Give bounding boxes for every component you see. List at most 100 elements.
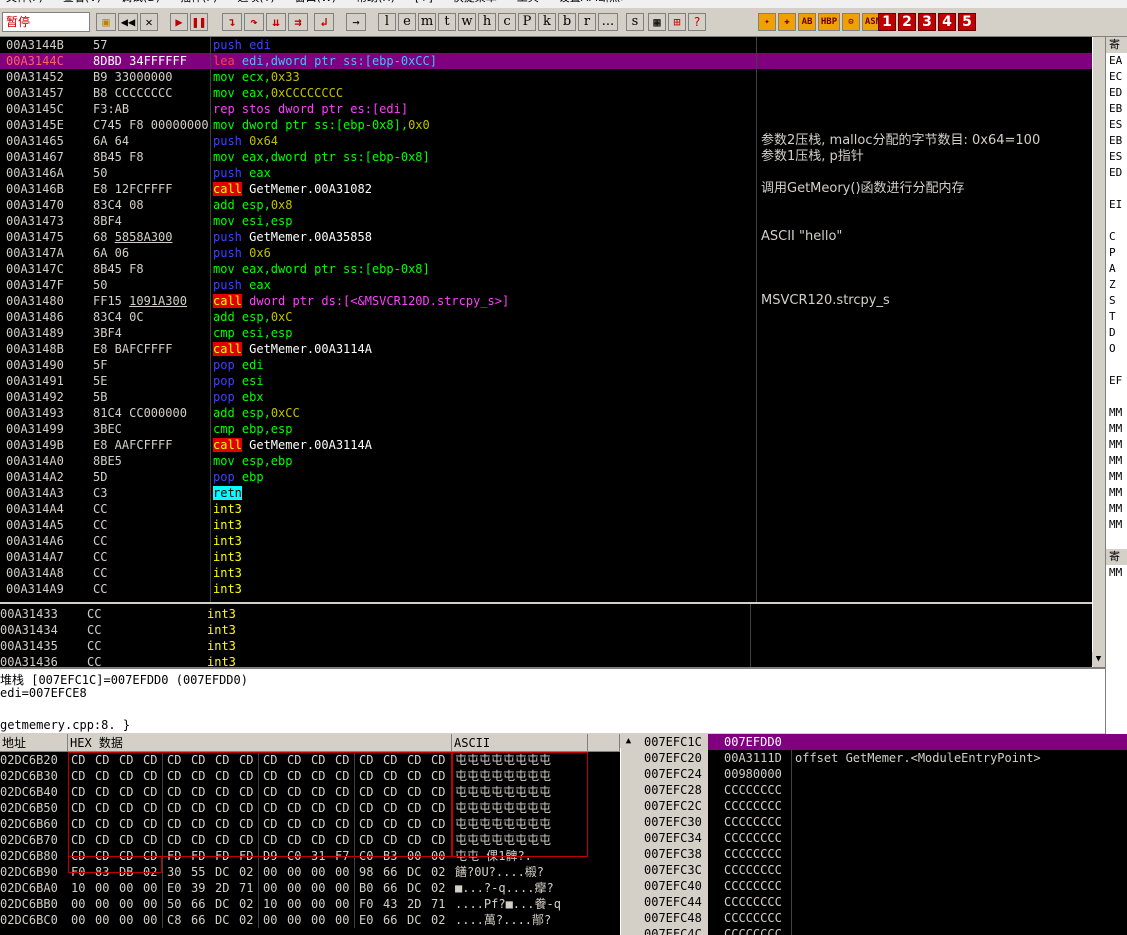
register-label[interactable]: S — [1106, 293, 1127, 309]
dump-byte[interactable]: 30 — [167, 864, 181, 880]
stack-value[interactable]: CCCCCCCC — [724, 878, 782, 894]
disasm-row[interactable]: 00A31434 CC int3 — [0, 622, 1092, 638]
toolbar-number-button[interactable]: 5 — [958, 13, 976, 31]
register-label[interactable]: P — [1106, 245, 1127, 261]
dump-byte[interactable]: 02 — [239, 896, 253, 912]
disassembly-pane[interactable]: 00A3144B 57 push edi 00A3144C 8DBD 34FFFFFF l… — [0, 37, 1092, 602]
toolbar-number-button[interactable]: 2 — [898, 13, 916, 31]
disasm-row[interactable]: 00A3144C 8DBD 34FFFFFF lea edi,dword ptr s… — [0, 53, 1092, 69]
toolbar-letter-button[interactable]: s — [626, 13, 644, 31]
register-label[interactable]: ED — [1106, 85, 1127, 101]
dump-byte[interactable]: 00 — [263, 880, 277, 896]
dump-byte[interactable]: 00 — [143, 896, 157, 912]
grid-icon[interactable]: ▦ — [648, 13, 666, 31]
dump-byte[interactable]: DC — [215, 864, 229, 880]
disasm-row[interactable]: 00A314A0 8BE5 mov esp,ebp — [0, 453, 1092, 469]
disasm-row[interactable]: 00A31480 FF15 1091A300 call dword ptr ds:[… — [0, 293, 1092, 309]
disasm-row[interactable]: 00A314A6 CC int3 — [0, 533, 1092, 549]
registers-pane[interactable]: 寄 EA EC ED EB ES EB ES ED EI C P A Z S T D O EF MM MM MM MM MM M… — [1105, 37, 1127, 734]
disasm-row[interactable]: 00A31491 5E pop esi — [0, 373, 1092, 389]
toolbar-letter-button[interactable]: w — [458, 13, 476, 31]
open-icon[interactable]: ▣ — [96, 13, 116, 31]
dump-scrollbar[interactable] — [620, 734, 637, 935]
disasm-row[interactable]: 00A31457 B8 CCCCCCCC mov eax,0xCCCCCCCC — [0, 85, 1092, 101]
disasm-row[interactable]: 00A3146B E8 12FCFFFF call GetMemer.00A3108… — [0, 181, 1092, 197]
stack-value[interactable]: 00980000 — [724, 766, 782, 782]
dump-byte[interactable]: 02 — [239, 864, 253, 880]
register-label[interactable]: A — [1106, 261, 1127, 277]
register-label[interactable]: MM — [1106, 405, 1127, 421]
trace-over-icon[interactable]: ⇉ — [288, 13, 308, 31]
dump-byte[interactable]: 02 — [431, 880, 445, 896]
disasm-row[interactable]: 00A31489 3BF4 cmp esi,esp — [0, 325, 1092, 341]
dump-byte[interactable]: DC — [215, 896, 229, 912]
register-label[interactable]: EB — [1106, 133, 1127, 149]
dump-header-address[interactable]: 地址 — [0, 734, 68, 752]
disasm-row[interactable]: 00A31436 CC int3 — [0, 654, 1092, 667]
register-label[interactable] — [1106, 389, 1127, 405]
scroll-down-icon[interactable]: ▼ — [1092, 652, 1105, 666]
disasm-row[interactable]: 00A314A9 CC int3 — [0, 581, 1092, 597]
disasm-row[interactable]: 00A314A4 CC int3 — [0, 501, 1092, 517]
stack-value[interactable]: CCCCCCCC — [724, 862, 782, 878]
dump-byte[interactable]: 00 — [311, 912, 325, 928]
disasm-row[interactable]: 00A3147C 8B45 F8 mov eax,dword ptr ss:[ebp… — [0, 261, 1092, 277]
stack-value[interactable]: CCCCCCCC — [724, 894, 782, 910]
register-label[interactable]: EF — [1106, 373, 1127, 389]
dump-byte[interactable]: 00 — [335, 896, 349, 912]
dump-byte[interactable]: 55 — [191, 864, 205, 880]
register-label[interactable]: T — [1106, 309, 1127, 325]
toolbar-letter-button[interactable]: c — [498, 13, 516, 31]
dump-pane[interactable]: 地址 HEX 数据 ASCII 02DC6B20 CD CD CD CD CD CD CD CD… — [0, 734, 620, 935]
register-label[interactable]: O — [1106, 341, 1127, 357]
dump-byte[interactable]: 66 — [191, 896, 205, 912]
dump-byte[interactable]: 2D — [407, 896, 421, 912]
run-icon[interactable]: ▶ — [170, 13, 188, 31]
disasm-row[interactable]: 00A314A7 CC int3 — [0, 549, 1092, 565]
register-label[interactable]: 寄 — [1106, 549, 1127, 565]
dump-byte[interactable]: DC — [407, 864, 421, 880]
register-label[interactable]: Z — [1106, 277, 1127, 293]
disasm-row[interactable]: 00A31490 5F pop edi — [0, 357, 1092, 373]
register-label[interactable]: ED — [1106, 165, 1127, 181]
pause-icon[interactable]: ❚❚ — [190, 13, 208, 31]
stack-value[interactable]: CCCCCCCC — [724, 798, 782, 814]
register-label[interactable]: ES — [1106, 117, 1127, 133]
disasm-row[interactable]: 00A3149B E8 AAFCFFFF call GetMemer.00A3114… — [0, 437, 1092, 453]
dump-byte[interactable]: E0 — [167, 880, 181, 896]
stack-value[interactable]: CCCCCCCC — [724, 846, 782, 862]
dump-byte[interactable]: 00 — [311, 864, 325, 880]
disasm-row[interactable]: 00A31492 5B pop ebx — [0, 389, 1092, 405]
toolbar-letter-button[interactable]: P — [518, 13, 536, 31]
hbp-button[interactable]: HBP — [818, 13, 840, 31]
toolbar-letter-button[interactable]: t — [438, 13, 456, 31]
toolbar-letter-button[interactable]: r — [578, 13, 596, 31]
dump-byte[interactable]: 00 — [263, 864, 277, 880]
register-label[interactable]: MM — [1106, 469, 1127, 485]
disasm-row[interactable]: 00A3146A 50 push eax — [0, 165, 1092, 181]
dump-byte[interactable]: F0 — [359, 896, 373, 912]
dump-byte[interactable]: DC — [407, 912, 421, 928]
scroll-up-icon[interactable]: ▲ — [620, 734, 637, 748]
disasm-row[interactable]: 00A31433 CC int3 — [0, 606, 1092, 622]
register-label[interactable]: MM — [1106, 565, 1127, 581]
dump-byte[interactable]: 02 — [431, 912, 445, 928]
dump-byte[interactable]: 00 — [311, 896, 325, 912]
dump-byte[interactable]: 98 — [359, 864, 373, 880]
register-label[interactable]: MM — [1106, 501, 1127, 517]
dump-byte[interactable]: 00 — [287, 912, 301, 928]
disasm-row[interactable]: 00A31452 B9 33000000 mov ecx,0x33 — [0, 69, 1092, 85]
disasm-row[interactable]: 00A3144B 57 push edi — [0, 37, 1092, 53]
disasm-row[interactable]: 00A314A8 CC int3 — [0, 565, 1092, 581]
register-label[interactable]: MM — [1106, 453, 1127, 469]
dump-header-ascii[interactable]: ASCII — [452, 734, 588, 752]
rewind-icon[interactable]: ◀◀ — [118, 13, 138, 31]
disasm-row[interactable]: 00A31435 CC int3 — [0, 638, 1092, 654]
dump-byte[interactable]: 00 — [95, 912, 109, 928]
disasm-row[interactable]: 00A3147F 50 push eax — [0, 277, 1092, 293]
register-label[interactable] — [1106, 181, 1127, 197]
dump-byte[interactable]: 00 — [95, 880, 109, 896]
disasm-row[interactable]: 00A3145E C745 F8 00000000 mov dword ptr ss… — [0, 117, 1092, 133]
disasm-row[interactable]: 00A31499 3BEC cmp ebp,esp — [0, 421, 1092, 437]
plugin-star-icon[interactable]: ✦ — [758, 13, 776, 31]
